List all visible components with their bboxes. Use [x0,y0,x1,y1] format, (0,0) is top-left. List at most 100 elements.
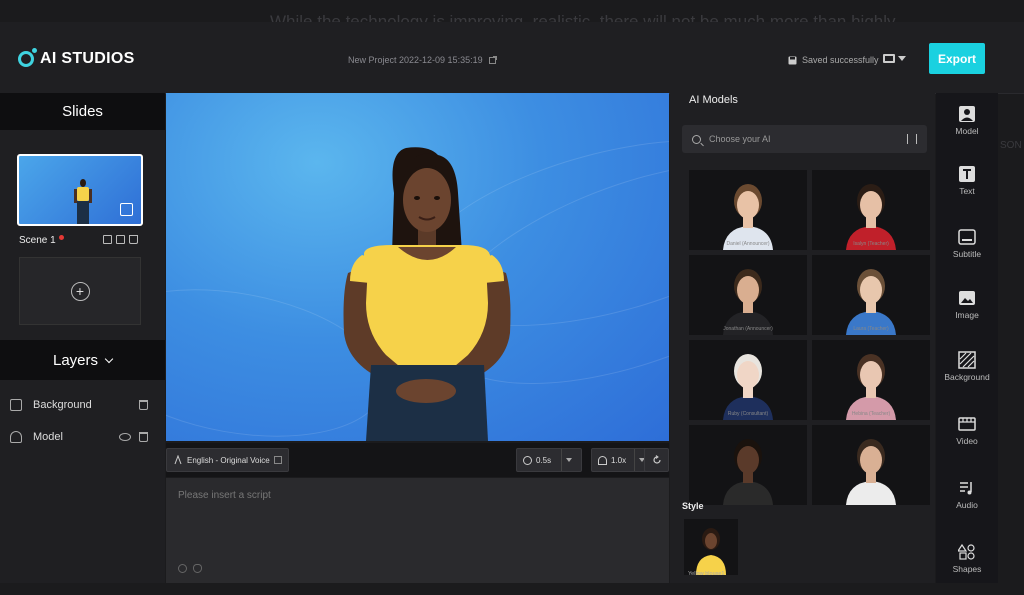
script-input[interactable]: Please insert a script [166,478,669,583]
model-card[interactable]: Jonathan (Announcer) [689,255,807,335]
rail-item-label: Subtitle [952,249,982,259]
person-layer-icon [10,431,22,443]
pause-dropdown[interactable] [561,449,575,471]
rail-item-label: Shapes [952,564,982,574]
model-card[interactable]: Isalyn (Teacher) [812,170,930,250]
layers-header[interactable]: Layers [0,340,165,380]
model-portrait [723,354,773,420]
delete-scene-icon[interactable] [129,235,138,244]
pause-control[interactable]: 0.5s [516,448,583,472]
add-slide-button[interactable]: + [19,257,141,325]
image-icon [957,289,977,307]
style-title: Style [682,501,704,511]
chevron-down-icon [898,56,906,61]
save-status-text: Saved successfully [802,55,879,65]
eye-icon[interactable] [119,433,131,441]
tool-rail: Model Text Subtitle Image Background Video Aud… [936,93,998,583]
speed-icon [598,455,607,465]
video-canvas[interactable] [166,93,669,441]
model-card[interactable]: Ruby (Consultant) [689,340,807,420]
voice-selector[interactable]: English - Original Voice [166,448,289,472]
screen-ratio-dropdown[interactable] [883,54,906,63]
rail-item-audio[interactable]: Audio [936,479,998,510]
subtitle-icon [957,228,977,246]
model-search[interactable]: Choose your AI [682,125,927,153]
model-grid: Daniel (Announcer) Isalyn (Teacher) Jonath… [689,170,930,505]
app-root: While the technology is improving, reali… [0,0,1024,595]
slide-thumbnail[interactable] [17,154,143,226]
rail-item-label: Background [944,372,990,382]
trash-icon[interactable] [139,432,148,442]
brand-logo[interactable]: AI STUDIOS [18,48,135,68]
chevron-down-icon [104,354,114,363]
emoji-icon[interactable] [178,564,187,573]
video-icon [957,415,977,433]
model-portrait [723,439,773,505]
presenter-figure[interactable] [166,93,669,441]
pause-value: 0.5s [536,455,552,465]
model-name: Isalyn (Teacher) [853,241,889,247]
plus-circle-icon: + [70,281,90,301]
model-icon [957,105,977,123]
voice-settings-icon [273,456,282,464]
layer-label: Model [33,431,63,443]
refresh-icon [652,455,661,464]
model-portrait [846,184,896,250]
project-title-text: New Project 2022-12-09 15:35:19 [348,55,483,65]
duplicate-icon[interactable] [103,235,112,244]
shapes-icon [957,543,977,561]
model-portrait [846,354,896,420]
rail-item-shapes[interactable]: Shapes [936,543,998,574]
layer-item-model[interactable]: Model [10,427,155,447]
layers-title: Layers [52,351,99,369]
trash-icon[interactable] [139,400,148,410]
model-name: Laura (Teacher) [853,326,889,332]
rail-item-label: Video [956,436,978,446]
model-name: Hebina (Teacher) [851,411,891,417]
rail-item-subtitle[interactable]: Subtitle [936,228,998,259]
rail-item-background[interactable]: Background [936,351,998,382]
edit-icon[interactable] [120,203,133,216]
scene-name: Scene 1 [19,235,56,246]
layer-label: Background [33,399,92,411]
audio-icon [957,479,977,497]
model-portrait [846,269,896,335]
model-name: Ruby (Consultant) [727,411,769,417]
models-title: AI Models [689,94,738,106]
model-card[interactable]: Hebina (Teacher) [812,340,930,420]
model-card[interactable]: Daniel (Announcer) [689,170,807,250]
style-card[interactable] [684,519,738,575]
external-link-icon [488,56,497,64]
split-icon[interactable] [116,235,125,244]
bottom-strip [0,583,1024,595]
rail-item-text[interactable]: Text [936,165,998,196]
rail-item-model[interactable]: Model [936,105,998,136]
style-thumbnail [696,528,726,575]
layer-item-background[interactable]: Background [10,395,155,415]
left-panel: Slides Scene 1 + Layers Background Model [0,93,165,583]
voice-icon [174,455,182,465]
filter-icon[interactable] [907,134,917,144]
speed-value: 1.0x [611,455,627,465]
style-name: Yellow blouse1 [688,571,725,577]
model-portrait [723,184,773,250]
thumbnail-presenter [74,179,92,224]
model-card[interactable] [689,425,807,505]
scene-label: Scene 1 [19,235,64,246]
model-portrait [846,439,896,505]
ai-models-panel: AI Models Choose your AI Daniel (Announc… [670,81,935,583]
search-placeholder: Choose your AI [709,134,771,144]
rail-item-image[interactable]: Image [936,289,998,320]
brand-name: AI STUDIOS [40,50,135,67]
screen-ratio-icon [883,54,895,63]
microphone-icon[interactable] [193,564,202,573]
model-card[interactable]: Laura (Teacher) [812,255,930,335]
rail-item-video[interactable]: Video [936,415,998,446]
export-button[interactable]: Export [929,43,985,74]
rail-item-label: Audio [956,500,978,510]
rail-item-label: Model [955,126,979,136]
project-title[interactable]: New Project 2022-12-09 15:35:19 [348,55,497,65]
reset-button[interactable] [644,448,669,472]
model-card[interactable] [812,425,930,505]
rail-item-label: Text [959,186,975,196]
